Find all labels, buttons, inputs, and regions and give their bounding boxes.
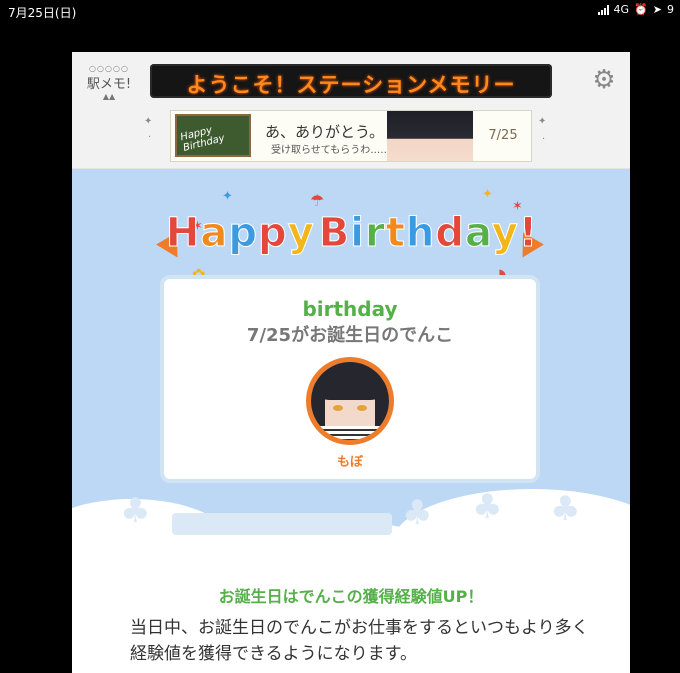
birthday-content: ✶ ✦ ✦ ✶ ✿ ◗ ☂ Happy Birthday! birthday 7… <box>72 169 630 673</box>
title-letter: p <box>258 210 288 257</box>
title-letter: i <box>350 210 365 257</box>
confetti-icon: ✦ <box>222 189 233 204</box>
happy-birthday-title: Happy Birthday! <box>162 205 542 261</box>
character-avatar[interactable] <box>306 357 394 445</box>
title-letter: y <box>491 210 519 257</box>
logo-mountain-icon: ▲▲ <box>102 92 116 101</box>
title-letter: y <box>287 210 315 257</box>
location-arrow-icon: ➤ <box>652 3 662 16</box>
chalkboard: Happy Birthday <box>175 114 251 157</box>
avatar-eye <box>357 405 367 411</box>
status-date: 7月25日(日) <box>8 6 77 20</box>
card-subtitle: 7/25がお誕生日のでんこ <box>246 325 454 346</box>
status-right: 4G ⏰ ➤ 9 <box>597 3 674 16</box>
title-letter: B <box>318 210 351 257</box>
logo-dots-icon: ○○○○○ <box>89 64 129 73</box>
avatar-eye <box>333 405 343 411</box>
sparkle-icon: · <box>148 132 152 143</box>
title-letter: ! <box>518 210 539 257</box>
welcome-marquee: ようこそ！ステーションメモリー <box>150 64 552 98</box>
title-letter: a <box>464 210 492 257</box>
alarm-icon: ⏰ <box>634 3 648 16</box>
card-title: birthday <box>302 297 398 321</box>
birthday-banner[interactable]: Happy Birthday あ、ありがとう。 受け取らせてもらうわ…… 7/2… <box>170 110 532 162</box>
info-section: お誕生日はでんこの獲得経験値UP！ 当日中、お誕生日のでんこがお仕事をするといつ… <box>72 549 630 673</box>
status-bar: 7月25日(日) 4G ⏰ ➤ 9 <box>0 0 680 22</box>
network-label: 4G <box>613 3 630 16</box>
train-silhouette <box>172 513 392 535</box>
banner-date: 7/25 <box>488 128 518 143</box>
gear-icon: ⚙ <box>592 65 616 95</box>
character-name: もぼ <box>336 455 363 470</box>
app-logo[interactable]: ○○○○○ 駅メモ! ▲▲ <box>84 64 134 104</box>
banner-subtext: 受け取らせてもらうわ…… <box>271 145 391 156</box>
title-letter: a <box>200 210 229 257</box>
palm-scene: ♣ ♣ ♣ ♣ <box>72 469 630 599</box>
avatar-shirt <box>311 426 389 440</box>
character-portrait <box>387 111 473 161</box>
title-letter: p <box>228 210 259 257</box>
title-letter: r <box>364 210 386 257</box>
sparkle-icon: · <box>542 134 546 145</box>
board-text: Happy Birthday <box>179 124 226 154</box>
title-letter: h <box>405 210 436 257</box>
palm-tree-icon: ♣ <box>402 493 433 533</box>
app-header: ○○○○○ 駅メモ! ▲▲ ようこそ！ステーションメモリー ⚙ ✦ · ✦ · … <box>72 52 630 169</box>
sparkle-icon: ✦ <box>144 116 153 127</box>
sparkle-icon: ✦ <box>538 116 547 127</box>
status-extra: 9 <box>667 3 674 16</box>
banner-thanks: あ、ありがとう。 <box>265 123 385 141</box>
signal-bars-icon <box>597 4 609 15</box>
avatar-face <box>311 362 389 440</box>
palm-tree-icon: ♣ <box>550 489 581 529</box>
info-body: 当日中、お誕生日のでんこがお仕事をするといつもより多く経験値を獲得できるようにな… <box>130 618 589 664</box>
confetti-icon: ✦ <box>482 187 493 202</box>
marquee-text: ようこそ！ステーションメモリー <box>186 73 516 97</box>
title-letter: H <box>165 210 201 257</box>
paw-date-badge: 7/25 <box>481 117 525 155</box>
title-letter: d <box>435 210 465 257</box>
birthday-card: birthday 7/25がお誕生日のでんこ もぼ <box>160 275 540 483</box>
info-heading: お誕生日はでんこの獲得経験値UP！ <box>218 587 484 606</box>
logo-text: 駅メモ! <box>86 77 132 92</box>
settings-button[interactable]: ⚙ <box>590 66 618 94</box>
palm-tree-icon: ♣ <box>120 491 151 531</box>
app-frame: ○○○○○ 駅メモ! ▲▲ ようこそ！ステーションメモリー ⚙ ✦ · ✦ · … <box>72 52 630 673</box>
title-letter: t <box>385 210 406 257</box>
palm-tree-icon: ♣ <box>472 487 503 527</box>
